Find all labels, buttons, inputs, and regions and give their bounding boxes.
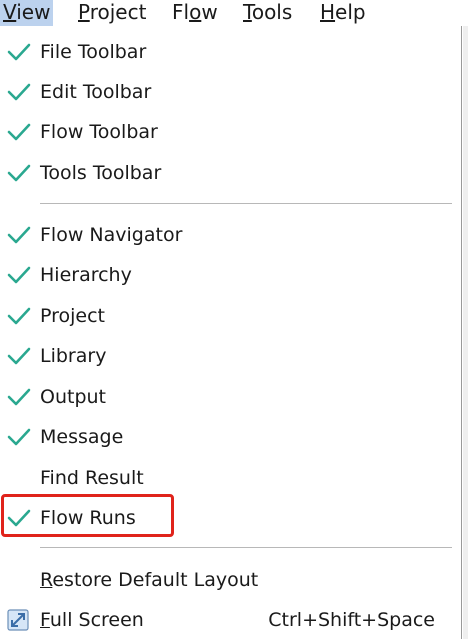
menu-item-flow-runs[interactable]: Flow Runs	[0, 498, 460, 538]
menu-item-edit-toolbar[interactable]: Edit Toolbar	[0, 72, 460, 112]
checkmark-icon	[7, 266, 31, 284]
background-window-edge	[463, 26, 468, 639]
checkmark-icon	[7, 388, 31, 406]
menu-item-hierarchy[interactable]: Hierarchy	[0, 255, 460, 295]
menu-separator	[40, 203, 452, 204]
menu-item-label: Find Result	[40, 467, 144, 489]
menu-item-flow-toolbar[interactable]: Flow Toolbar	[0, 112, 460, 152]
menu-item-project[interactable]: Project	[0, 296, 460, 336]
menu-item-label: Tools Toolbar	[40, 162, 162, 184]
menu-help[interactable]: Help	[320, 0, 366, 26]
menu-item-label: Edit Toolbar	[40, 81, 152, 103]
menu-item-flow-navigator[interactable]: Flow Navigator	[0, 215, 460, 255]
menu-item-shortcut: Ctrl+Shift+Space	[268, 609, 435, 631]
menubar: View Project Flow Tools Help	[0, 0, 468, 26]
checkmark-icon	[7, 307, 31, 325]
checkmark-icon	[7, 347, 31, 365]
checkmark-icon	[7, 428, 31, 446]
view-dropdown-menu: File Toolbar Edit Toolbar Flow Toolbar Tool…	[0, 26, 462, 639]
menu-item-label: Library	[40, 345, 107, 367]
checkmark-icon	[7, 226, 31, 244]
menu-item-label: Message	[40, 426, 124, 448]
menu-item-label: Output	[40, 386, 106, 408]
menu-project[interactable]: Project	[78, 0, 146, 26]
checkmark-icon	[7, 43, 31, 61]
menu-item-label: Flow Runs	[40, 507, 136, 529]
fullscreen-icon	[7, 609, 29, 631]
menu-item-label: Project	[40, 305, 106, 327]
menu-item-full-screen[interactable]: Full Screen Ctrl+Shift+Space	[0, 600, 460, 640]
menu-item-file-toolbar[interactable]: File Toolbar	[0, 32, 460, 72]
menu-item-label: Full Screen	[40, 609, 144, 631]
menu-item-message[interactable]: Message	[0, 417, 460, 457]
menu-item-label: Flow Toolbar	[40, 121, 158, 143]
menu-tools[interactable]: Tools	[243, 0, 292, 26]
menu-item-find-result[interactable]: Find Result	[0, 458, 460, 498]
checkmark-icon	[7, 123, 31, 141]
menu-item-label: File Toolbar	[40, 41, 147, 63]
checkmark-icon	[7, 509, 31, 527]
menu-flow[interactable]: Flow	[172, 0, 218, 26]
menu-item-output[interactable]: Output	[0, 377, 460, 417]
checkmark-icon	[7, 83, 31, 101]
checkmark-icon	[7, 164, 31, 182]
menu-separator	[40, 547, 452, 548]
menu-view[interactable]: View	[0, 0, 54, 26]
menu-item-library[interactable]: Library	[0, 336, 460, 376]
menu-item-label: Flow Navigator	[40, 224, 183, 246]
menu-item-label: Restore Default Layout	[40, 569, 259, 591]
menu-item-tools-toolbar[interactable]: Tools Toolbar	[0, 153, 460, 193]
menu-item-restore-default-layout[interactable]: Restore Default Layout	[0, 560, 460, 600]
menu-item-label: Hierarchy	[40, 264, 132, 286]
